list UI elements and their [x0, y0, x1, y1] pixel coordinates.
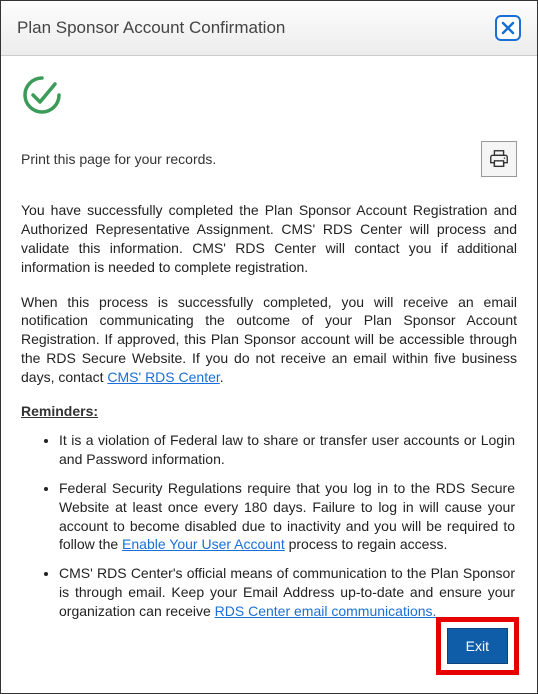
success-checkmark-icon [21, 74, 517, 119]
print-instruction: Print this page for your records. [21, 151, 216, 167]
close-icon [501, 21, 515, 35]
list-item: Federal Security Regulations require tha… [59, 479, 517, 555]
paragraph-2-text-a: When this process is successfully comple… [21, 294, 517, 386]
rds-email-link[interactable]: RDS Center email communications. [215, 603, 437, 619]
dialog-content: Print this page for your records. You ha… [1, 56, 537, 655]
reminders-list: It is a violation of Federal law to shar… [21, 431, 517, 621]
list-item: It is a violation of Federal law to shar… [59, 431, 517, 469]
paragraph-2-text-b: . [220, 369, 224, 385]
print-row: Print this page for your records. [21, 141, 517, 177]
reminder-1-text: It is a violation of Federal law to shar… [59, 432, 515, 467]
reminder-2-text-b: process to regain access. [285, 536, 448, 552]
print-button[interactable] [481, 141, 517, 177]
printer-icon [488, 148, 510, 170]
dialog-footer: Exit [436, 617, 519, 675]
dialog-header: Plan Sponsor Account Confirmation [1, 1, 537, 56]
close-button[interactable] [495, 15, 521, 41]
exit-highlight-box: Exit [436, 617, 519, 675]
confirmation-paragraph-1: You have successfully completed the Plan… [21, 201, 517, 277]
confirmation-paragraph-2: When this process is successfully comple… [21, 293, 517, 387]
reminders-heading: Reminders: [21, 403, 517, 419]
enable-account-link[interactable]: Enable Your User Account [122, 536, 285, 552]
exit-button[interactable]: Exit [447, 628, 508, 664]
dialog-title: Plan Sponsor Account Confirmation [17, 18, 285, 38]
rds-center-link[interactable]: CMS' RDS Center [107, 369, 219, 385]
list-item: CMS' RDS Center's official means of comm… [59, 564, 517, 621]
